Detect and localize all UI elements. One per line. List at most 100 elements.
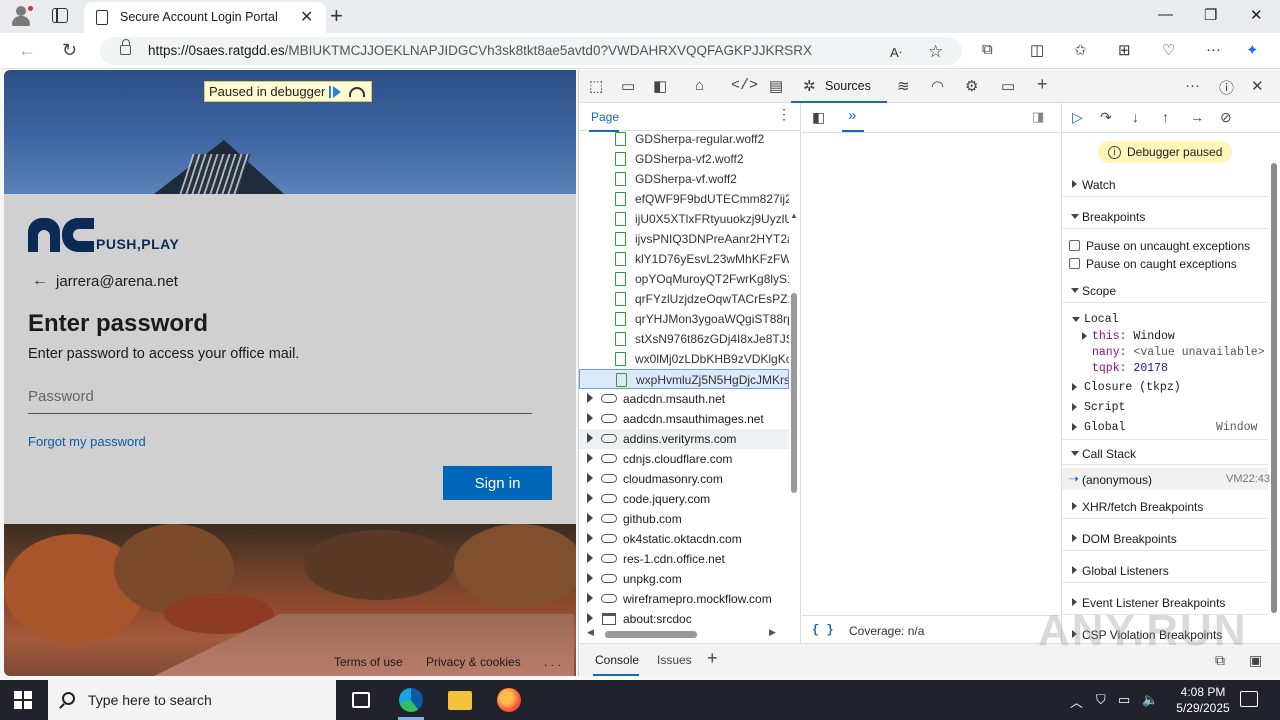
file-tree-file[interactable]: opYOqMuroyQT2FwrKg8lyS1 [579, 269, 789, 289]
windows-start-icon[interactable] [14, 691, 32, 709]
toggle-navigator-icon[interactable]: ◧ [812, 109, 825, 126]
tab-issues[interactable]: Issues [657, 653, 692, 667]
file-explorer-icon[interactable] [448, 691, 472, 710]
expand-arrow-icon[interactable] [587, 553, 593, 563]
file-tree-domain[interactable]: ok4static.oktacdn.com [579, 529, 789, 549]
call-frame-location[interactable]: VM22:43 [1226, 473, 1270, 485]
section-xhr-breakpoints[interactable]: XHR/fetch Breakpoints [1062, 493, 1268, 519]
privacy-cookies-link[interactable]: Privacy & cookies [426, 655, 521, 669]
back-arrow-icon[interactable]: ← [32, 272, 48, 290]
collections-icon[interactable]: ⊞ [1118, 41, 1131, 59]
welcome-home-icon[interactable]: ⌂ [695, 77, 704, 94]
split-screen-icon[interactable]: ◫ [1030, 41, 1044, 59]
step-icon[interactable]: → [1190, 109, 1204, 125]
application-icon[interactable]: ▭ [1001, 77, 1015, 95]
inspect-element-icon[interactable]: ⬚ [589, 77, 603, 95]
section-dom-breakpoints[interactable]: DOM Breakpoints [1062, 525, 1268, 551]
minimize-button[interactable]: — [1158, 6, 1173, 23]
file-tree-file[interactable]: klY1D76yEsvL23wMhKFzFWP [579, 249, 789, 269]
file-tree-file[interactable]: stXsN976t86zGDj4I8xJe8TJSm [579, 329, 789, 349]
firefox-icon[interactable] [497, 688, 521, 712]
file-tree-domain[interactable]: res-1.cdn.office.net [579, 549, 789, 569]
customize-menu-icon[interactable]: ··· [1185, 77, 1200, 94]
device-emulation-icon[interactable]: ▭ [621, 77, 635, 95]
more-tabs-chevron-icon[interactable]: » [848, 107, 856, 124]
file-tree-frame[interactable]: about:srcdoc [579, 609, 789, 629]
tab-actions-icon[interactable] [52, 8, 68, 23]
more-options-link[interactable]: . . . [544, 655, 561, 669]
elements-tab-icon[interactable]: </> [731, 77, 758, 94]
extensions-icon[interactable]: ⧉ [982, 41, 993, 58]
forgot-password-link[interactable]: Forgot my password [28, 434, 146, 449]
file-tree-domain[interactable]: cloudmasonry.com [579, 469, 789, 489]
scope-local[interactable]: Local [1062, 312, 1268, 329]
scroll-right-icon[interactable]: ▶ [769, 627, 776, 638]
navigator-more-icon[interactable]: ⋮ [777, 106, 791, 123]
edge-browser-icon[interactable] [399, 688, 423, 712]
url-field[interactable]: https://0saes.ratgdd.es/MBIUKTMCJJOEKLNA… [100, 37, 962, 65]
close-devtools-icon[interactable]: ✕ [1251, 77, 1264, 95]
system-clock[interactable]: 4:08 PM 5/29/2025 [1168, 684, 1238, 716]
performance-icon[interactable]: ◠ [931, 77, 944, 95]
tab-close-icon[interactable]: ✕ [300, 7, 313, 27]
file-tree-domain[interactable]: aadcdn.msauth.net [579, 389, 789, 409]
expand-arrow-icon[interactable] [587, 413, 593, 423]
tab-page[interactable]: Page [588, 110, 620, 132]
file-tree-file[interactable]: ijU0X5XTlxFRtyuuokzj9UyzlUE [579, 209, 789, 229]
more-tools-icon[interactable]: + [1037, 74, 1048, 95]
step-over-icon[interactable] [349, 86, 366, 97]
section-global-listeners[interactable]: Global Listeners [1062, 557, 1268, 583]
expand-arrow-icon[interactable] [587, 493, 593, 503]
file-tree-file[interactable]: GDSherpa-vf.woff2 [579, 169, 789, 189]
expand-arrow-icon[interactable] [587, 593, 593, 603]
navigator-horizontal-scrollbar[interactable]: ◀ ▶ [587, 627, 777, 639]
show-hidden-icons-chevron-icon[interactable]: ︿ [1070, 692, 1083, 711]
favorite-star-icon[interactable]: ☆ [928, 42, 943, 62]
scroll-up-icon[interactable]: ▲ [790, 211, 798, 220]
section-watch[interactable]: Watch [1062, 171, 1268, 197]
resume-icon[interactable]: ▷ [1072, 109, 1083, 126]
pause-uncaught-checkbox[interactable]: Pause on uncaught exceptions [1062, 237, 1268, 255]
toggle-debugger-icon[interactable]: ◨ [1032, 109, 1044, 125]
expand-arrow-icon[interactable] [587, 433, 593, 443]
expand-arrow-icon[interactable] [587, 473, 593, 483]
volume-icon[interactable]: 🔈 [1142, 692, 1158, 708]
back-button[interactable]: ← [18, 40, 36, 61]
tab-sources[interactable]: ✲ Sources [791, 70, 887, 103]
file-tree-domain[interactable]: wireframepro.mockflow.com [579, 589, 789, 609]
expand-arrow-icon[interactable] [587, 573, 593, 583]
step-over-icon[interactable]: ↷ [1100, 109, 1112, 126]
expand-arrow-icon[interactable] [587, 533, 593, 543]
file-tree-file[interactable]: efQWF9F9bdUTECmm827ij21 [579, 189, 789, 209]
copilot-icon[interactable]: ✦ [1246, 41, 1259, 59]
file-tree-file[interactable]: qrYHJMon3ygoaWQgiST88rp [579, 309, 789, 329]
section-scope[interactable]: Scope [1062, 277, 1268, 303]
notifications-icon[interactable] [1240, 691, 1258, 707]
expand-arrow-icon[interactable] [587, 453, 593, 463]
file-tree-file[interactable]: GDSherpa-vf2.woff2 [579, 149, 789, 169]
terms-of-use-link[interactable]: Terms of use [334, 655, 403, 669]
file-tree-file[interactable]: ijvsPNIQ3DNPreAanr2HYT2ar [579, 229, 789, 249]
file-tree-domain[interactable]: code.jquery.com [579, 489, 789, 509]
network-tray-icon[interactable]: ▭ [1118, 692, 1130, 708]
file-tree-file[interactable]: wxpHvmluZj5N5HgDjcJMKrs [579, 369, 789, 389]
password-field[interactable] [28, 380, 532, 414]
add-drawer-tab-icon[interactable]: + [707, 648, 718, 669]
task-view-icon[interactable] [352, 692, 370, 708]
pause-caught-checkbox[interactable]: Pause on caught exceptions [1062, 255, 1268, 273]
resume-icon[interactable] [329, 85, 342, 98]
scope-script[interactable]: Script [1062, 400, 1268, 417]
refresh-button[interactable]: ↻ [62, 40, 77, 61]
help-icon[interactable]: ⓘ [1219, 77, 1234, 98]
file-tree-file[interactable]: GDSherpa-regular.woff2 [579, 131, 789, 149]
section-breakpoints[interactable]: Breakpoints [1062, 203, 1268, 229]
browser-tab[interactable]: Secure Account Login Portal ✕ [84, 2, 326, 33]
network-wifi-icon[interactable]: ≋ [897, 77, 910, 95]
deactivate-breakpoints-icon[interactable]: ⊘ [1220, 109, 1232, 126]
section-call-stack[interactable]: Call Stack [1062, 439, 1268, 465]
memory-icon[interactable]: ⚙ [965, 77, 978, 95]
dock-side-icon[interactable]: ◧ [653, 77, 667, 95]
taskbar-search-box[interactable]: Type here to search [48, 680, 336, 720]
call-frame[interactable]: ➝ (anonymous) VM22:43 [1062, 468, 1270, 490]
debugger-scrollbar[interactable] [1268, 151, 1280, 631]
